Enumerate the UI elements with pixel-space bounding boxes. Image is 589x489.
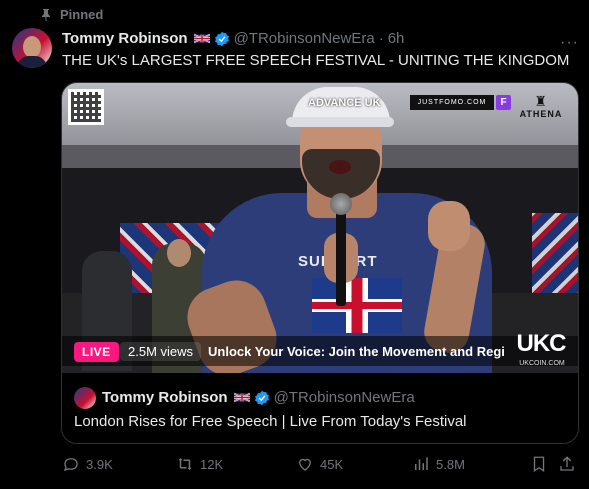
verified-badge-icon <box>254 390 269 405</box>
live-ticker-text: Unlock Your Voice: Join the Movement and… <box>208 344 504 359</box>
repost-icon <box>178 458 192 470</box>
author-handle[interactable]: @TRobinsonNewEra <box>234 30 375 47</box>
author-name[interactable]: Tommy Robinson <box>62 30 188 47</box>
tweet-text: THE UK's LARGEST FREE SPEECH FESTIVAL - … <box>62 52 570 69</box>
pin-icon <box>42 8 50 21</box>
share-button[interactable] <box>558 455 576 473</box>
post-time[interactable]: 6h <box>388 30 405 47</box>
bookmark-button[interactable] <box>530 455 548 473</box>
qr-code <box>68 89 104 125</box>
tweet-header: Tommy Robinson @TRobinsonNewEra · 6h <box>62 30 404 47</box>
uk-flag-icon <box>193 33 210 44</box>
advance-uk-logo: ADVANCE UK <box>308 97 381 109</box>
live-view-count: 2.5M views <box>120 342 202 361</box>
views-chart-icon <box>415 457 428 470</box>
video-card[interactable]: SUPPORT ADVANCE UK JUSTFOMO.COM F ♜ ATHE… <box>61 82 579 444</box>
athena-logo: ♜ ATHENA <box>519 93 563 119</box>
union-jack-flag <box>532 213 578 303</box>
broadcast-title: London Rises for Free Speech | Live From… <box>74 413 467 430</box>
like-count: 45K <box>320 456 344 472</box>
verified-badge-icon <box>214 31 229 46</box>
quote-avatar <box>74 387 96 409</box>
reply-count: 3.9K <box>86 456 113 472</box>
justfomo-logo: JUSTFOMO.COM <box>410 95 494 110</box>
reply-icon <box>63 458 78 472</box>
bookmark-icon <box>533 456 545 473</box>
live-video-player[interactable]: SUPPORT ADVANCE UK JUSTFOMO.COM F ♜ ATHE… <box>62 83 578 373</box>
like-button[interactable]: 45K <box>296 455 343 473</box>
broadcast-info[interactable]: Tommy Robinson @TRobinsonNewEra London R… <box>62 373 578 443</box>
shirt-flag <box>312 278 402 333</box>
views-button[interactable]: 5.8M <box>412 455 465 473</box>
quote-author-name: Tommy Robinson <box>102 389 228 406</box>
pinned-indicator: Pinned <box>40 7 103 22</box>
views-count: 5.8M <box>436 456 465 472</box>
repost-button[interactable]: 12K <box>176 455 223 473</box>
ukc-url: UKCOIN.COM <box>519 360 565 367</box>
pinned-label: Pinned <box>60 7 104 22</box>
separator-dot: · <box>378 30 384 47</box>
author-avatar[interactable] <box>12 28 52 68</box>
sponsor-f-logo: F <box>496 95 511 110</box>
share-icon <box>560 456 574 471</box>
action-bar: 3.9K 12K 45K 5.8M <box>62 455 580 479</box>
heart-icon <box>299 458 311 471</box>
microphone-icon <box>330 193 352 215</box>
quote-author-handle: @TRobinsonNewEra <box>273 389 415 406</box>
repost-count: 12K <box>200 456 224 472</box>
more-options-icon[interactable]: ··· <box>560 34 579 52</box>
uk-flag-icon <box>233 392 250 403</box>
live-badge: LIVE <box>74 342 119 362</box>
reply-button[interactable]: 3.9K <box>62 455 113 473</box>
